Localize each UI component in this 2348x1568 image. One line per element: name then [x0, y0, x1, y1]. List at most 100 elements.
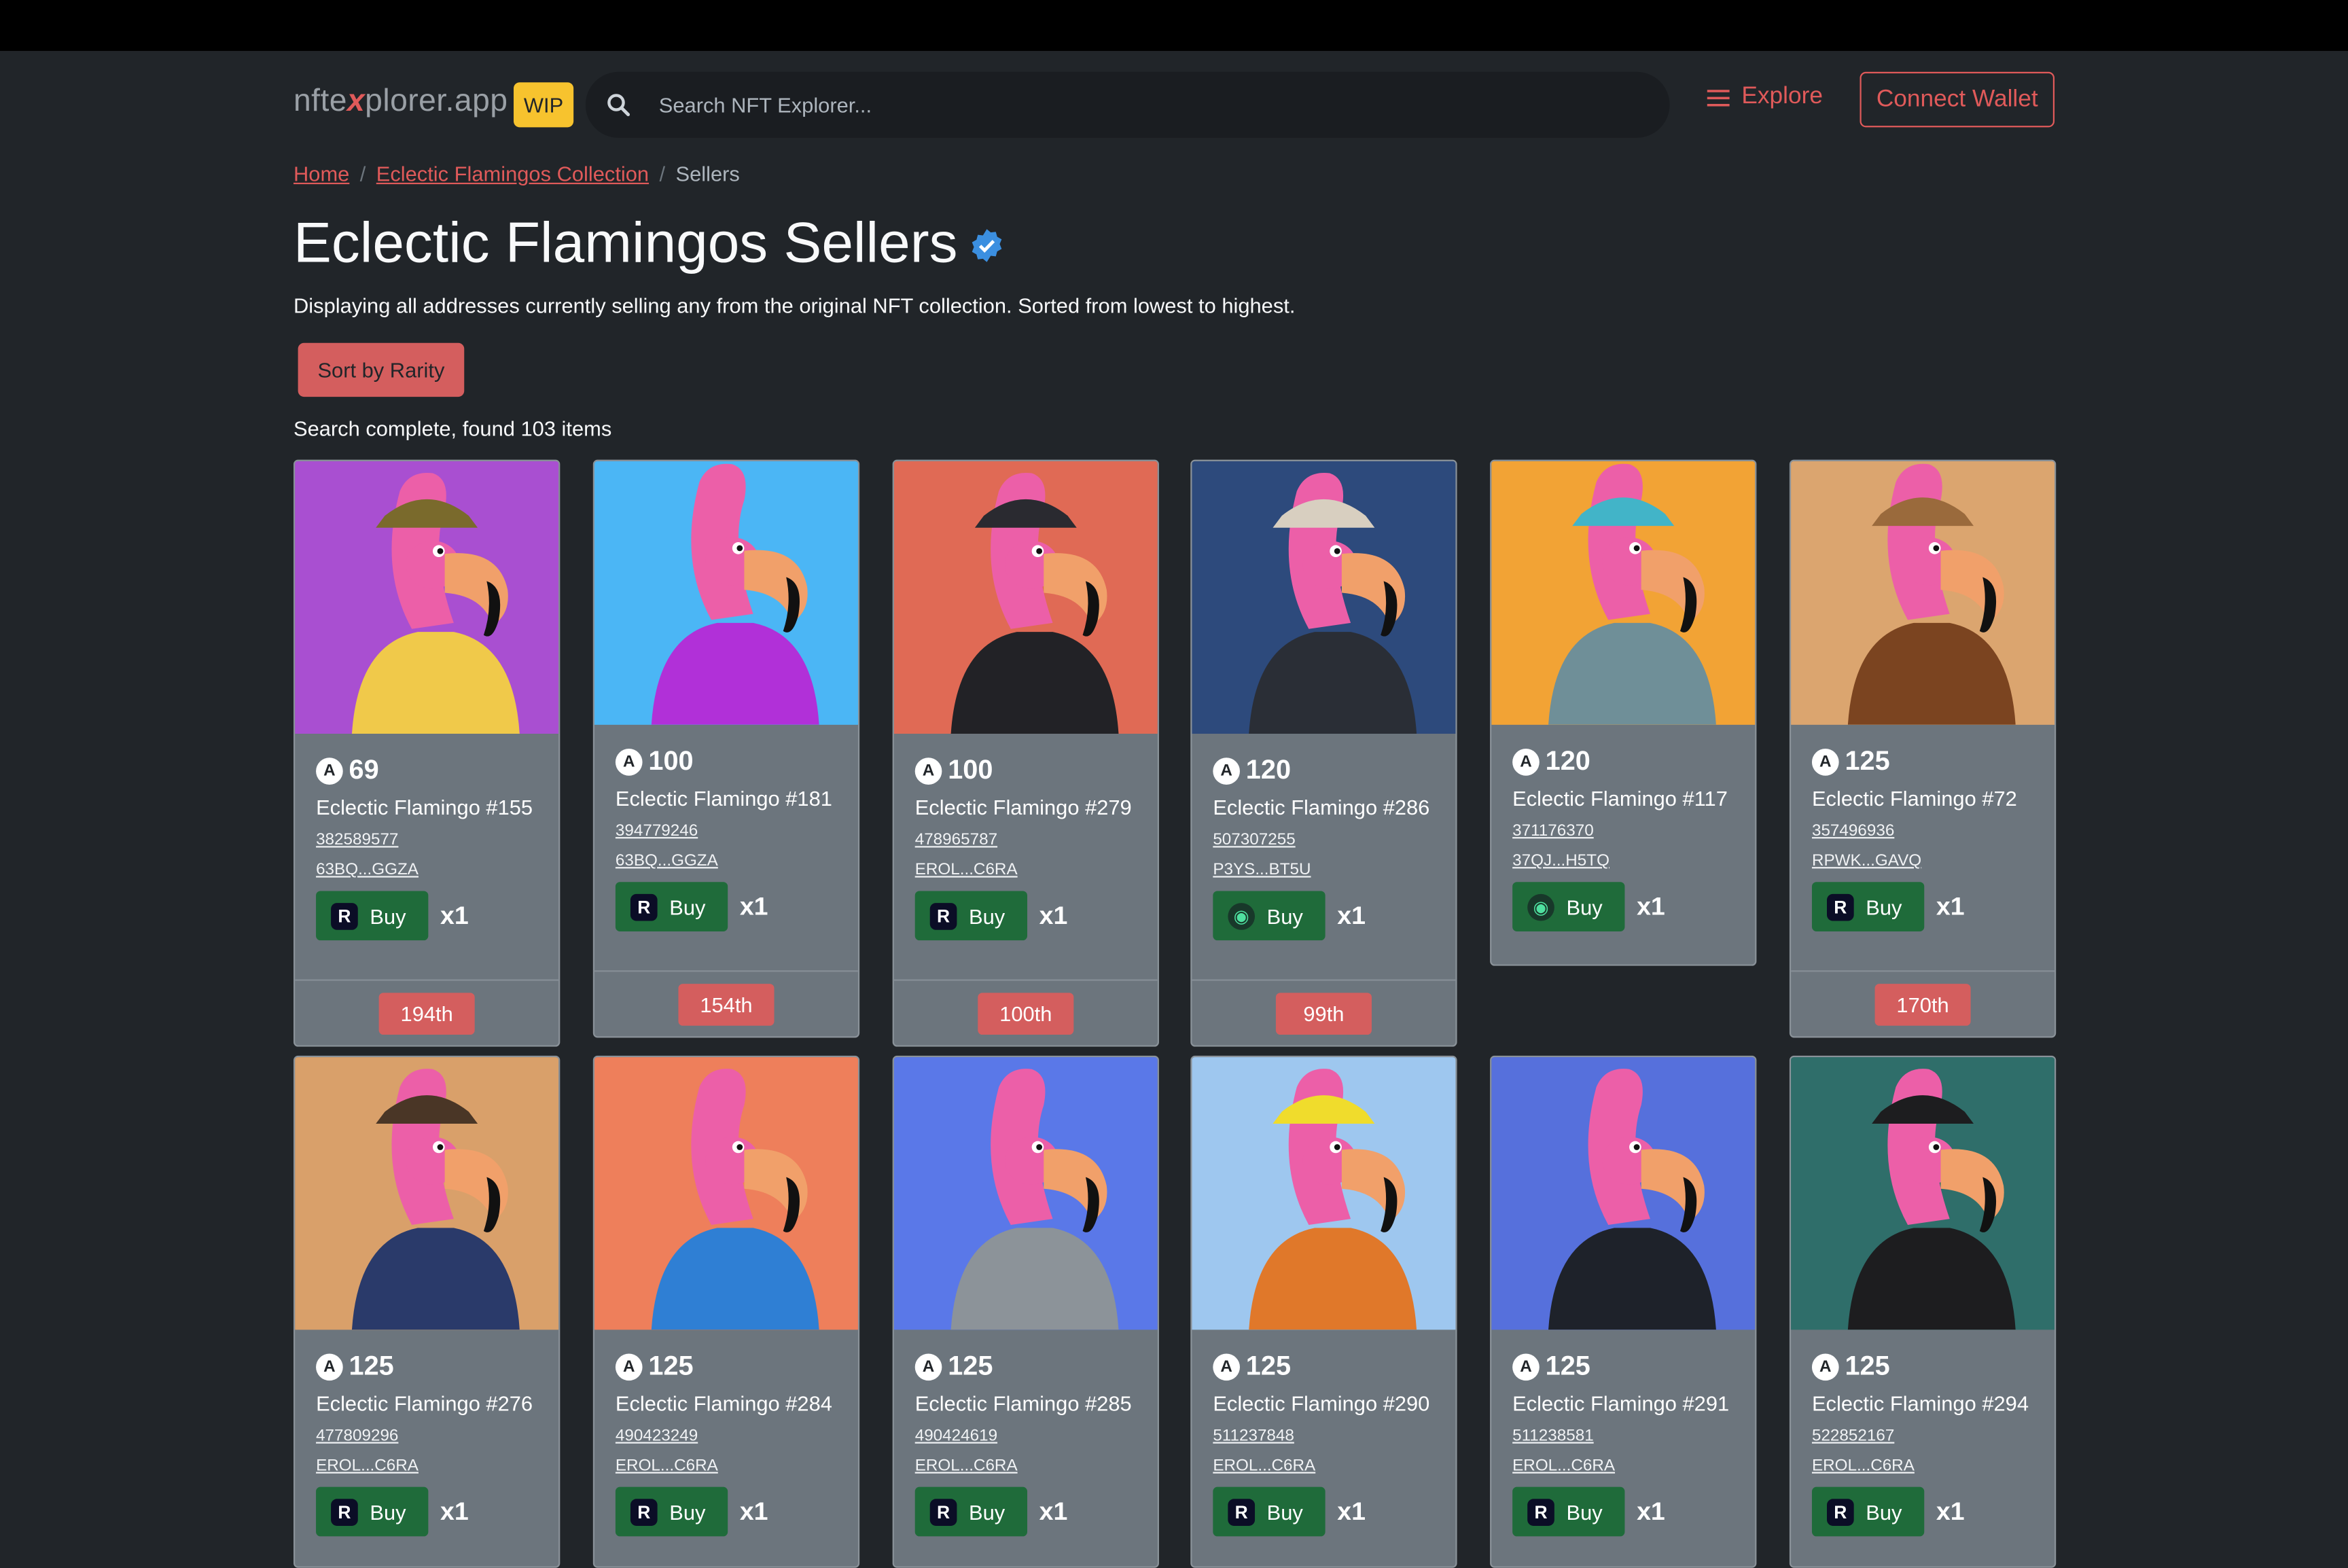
nft-image[interactable] — [893, 461, 1158, 734]
asset-id-link[interactable]: 357496936 — [1812, 822, 2017, 840]
price-value: 125 — [948, 1351, 993, 1381]
buy-row: R Buy x1 — [1811, 882, 2017, 931]
seller-address-link[interactable]: EROL...C6RA — [316, 1457, 533, 1475]
seller-address-link[interactable]: EROL...C6RA — [1812, 1457, 2029, 1475]
nft-card[interactable]: A 125 Eclectic Flamingo #276 477809296 ER… — [294, 1055, 561, 1568]
seller-address-link[interactable]: EROL...C6RA — [1213, 1457, 1429, 1475]
nft-info: A 120 Eclectic Flamingo #286 507307255 P3… — [1213, 755, 1429, 941]
buy-button[interactable]: ◉ Buy — [1512, 882, 1625, 931]
nft-card[interactable]: A 120 Eclectic Flamingo #117 371176370 37… — [1490, 459, 1757, 966]
breadcrumb-home-link[interactable]: Home — [294, 162, 349, 185]
nft-info: A 125 Eclectic Flamingo #284 490423249 ER… — [615, 1351, 832, 1537]
buy-button[interactable]: ◉ Buy — [1213, 891, 1326, 941]
nft-image[interactable] — [893, 1057, 1158, 1330]
explore-label: Explore — [1741, 84, 1823, 109]
brand-text-start: nfte — [294, 84, 347, 119]
nft-image[interactable] — [295, 461, 559, 734]
buy-row: R Buy x1 — [1811, 1486, 2029, 1537]
buy-button[interactable]: R Buy — [1811, 1486, 1925, 1537]
nft-card[interactable]: A 69 Eclectic Flamingo #155 382589577 63B… — [294, 459, 561, 1047]
quantity-label: x1 — [1337, 900, 1366, 929]
seller-address-link[interactable]: P3YS...BT5U — [1213, 861, 1429, 878]
nft-card[interactable]: A 100 Eclectic Flamingo #279 478965787 ER… — [892, 459, 1159, 1047]
buy-label: Buy — [370, 904, 406, 928]
nft-image[interactable] — [1192, 1057, 1456, 1330]
explore-menu-button[interactable]: Explore — [1707, 84, 1823, 111]
buy-button[interactable]: R Buy — [615, 1486, 728, 1537]
breadcrumb-collection-link[interactable]: Eclectic Flamingos Collection — [376, 162, 649, 185]
quantity-label: x1 — [440, 900, 469, 929]
nft-card[interactable]: A 125 Eclectic Flamingo #294 522852167 ER… — [1789, 1055, 2057, 1568]
buy-button[interactable]: R Buy — [316, 891, 429, 941]
nft-info: A 100 Eclectic Flamingo #181 394779246 63… — [615, 746, 832, 931]
buy-button[interactable]: R Buy — [316, 1486, 429, 1537]
marketplace-icon: ◉ — [1228, 902, 1256, 929]
buy-label: Buy — [1866, 894, 1902, 919]
rarity-rank-badge: 99th — [1275, 993, 1372, 1035]
seller-address-link[interactable]: EROL...C6RA — [616, 1457, 832, 1475]
buy-button[interactable]: R Buy — [1213, 1486, 1326, 1537]
sort-by-rarity-button[interactable]: Sort by Rarity — [298, 342, 465, 397]
nft-card[interactable]: A 125 Eclectic Flamingo #290 511237848 ER… — [1190, 1055, 1457, 1568]
wip-badge: WIP — [514, 82, 574, 128]
seller-address-link[interactable]: EROL...C6RA — [1512, 1457, 1729, 1475]
nft-name: Eclectic Flamingo #279 — [914, 795, 1132, 819]
nft-image[interactable] — [1192, 461, 1456, 734]
nft-card[interactable]: A 120 Eclectic Flamingo #286 507307255 P3… — [1190, 459, 1457, 1047]
buy-button[interactable]: R Buy — [615, 882, 728, 931]
nft-image[interactable] — [594, 461, 858, 725]
asset-id-link[interactable]: 511238581 — [1512, 1427, 1729, 1445]
price-value: 125 — [1545, 1351, 1590, 1381]
buy-label: Buy — [669, 1499, 706, 1524]
asset-id-link[interactable]: 522852167 — [1812, 1427, 2029, 1445]
nft-price: A 125 — [1213, 1351, 1429, 1382]
nft-card[interactable]: A 125 Eclectic Flamingo #285 490424619 ER… — [892, 1055, 1159, 1568]
nft-price: A 125 — [615, 1351, 832, 1382]
seller-address-link[interactable]: RPWK...GAVQ — [1812, 852, 2017, 870]
nft-card[interactable]: A 125 Eclectic Flamingo #284 490423249 ER… — [592, 1055, 860, 1568]
nft-image[interactable] — [1491, 461, 1756, 725]
asset-id-link[interactable]: 394779246 — [616, 822, 832, 840]
asset-id-link[interactable]: 490423249 — [616, 1427, 832, 1445]
asset-id-link[interactable]: 477809296 — [316, 1427, 533, 1445]
asset-id-link[interactable]: 382589577 — [316, 831, 533, 849]
asset-id-link[interactable]: 490424619 — [915, 1427, 1132, 1445]
nft-info: A 125 Eclectic Flamingo #291 511238581 ER… — [1512, 1351, 1729, 1537]
seller-address-link[interactable]: EROL...C6RA — [915, 861, 1132, 878]
seller-address-link[interactable]: 63BQ...GGZA — [616, 852, 832, 870]
buy-button[interactable]: R Buy — [914, 1486, 1028, 1537]
price-value: 125 — [1845, 1351, 1890, 1381]
buy-label: Buy — [969, 1499, 1006, 1524]
nft-name: Eclectic Flamingo #155 — [316, 795, 533, 819]
rank-footer: 99th — [1192, 979, 1456, 1045]
brand-logo[interactable]: nftexplorer.app — [294, 84, 508, 120]
verified-icon — [972, 228, 1003, 262]
nft-card[interactable]: A 125 Eclectic Flamingo #72 357496936 RPW… — [1789, 459, 2057, 1038]
search-bar[interactable] — [585, 71, 1670, 138]
breadcrumb-separator: / — [359, 162, 366, 186]
connect-wallet-button[interactable]: Connect Wallet — [1860, 71, 2055, 128]
asset-id-link[interactable]: 478965787 — [915, 831, 1132, 849]
nft-card[interactable]: A 125 Eclectic Flamingo #291 511238581 ER… — [1490, 1055, 1757, 1568]
rarity-rank-badge: 100th — [978, 993, 1074, 1035]
buy-button[interactable]: R Buy — [1512, 1486, 1625, 1537]
nft-image[interactable] — [295, 1057, 559, 1330]
nft-image[interactable] — [1791, 1057, 2055, 1330]
asset-id-link[interactable]: 371176370 — [1512, 822, 1728, 840]
asset-id-link[interactable]: 511237848 — [1213, 1427, 1429, 1445]
price-value: 125 — [1845, 745, 1890, 776]
nft-image[interactable] — [1791, 461, 2055, 725]
nft-card[interactable]: A 100 Eclectic Flamingo #181 394779246 63… — [592, 459, 860, 1038]
search-input[interactable] — [656, 91, 1620, 119]
asset-id-link[interactable]: 507307255 — [1213, 831, 1429, 849]
buy-button[interactable]: R Buy — [1811, 882, 1925, 931]
seller-address-link[interactable]: 63BQ...GGZA — [316, 861, 533, 878]
nft-image[interactable] — [1491, 1057, 1756, 1330]
buy-row: R Buy x1 — [316, 891, 533, 941]
buy-button[interactable]: R Buy — [914, 891, 1028, 941]
search-icon — [607, 94, 630, 117]
nft-image[interactable] — [594, 1057, 858, 1330]
seller-address-link[interactable]: EROL...C6RA — [915, 1457, 1132, 1475]
seller-address-link[interactable]: 37QJ...H5TQ — [1512, 852, 1728, 870]
marketplace-icon: R — [929, 1498, 957, 1525]
